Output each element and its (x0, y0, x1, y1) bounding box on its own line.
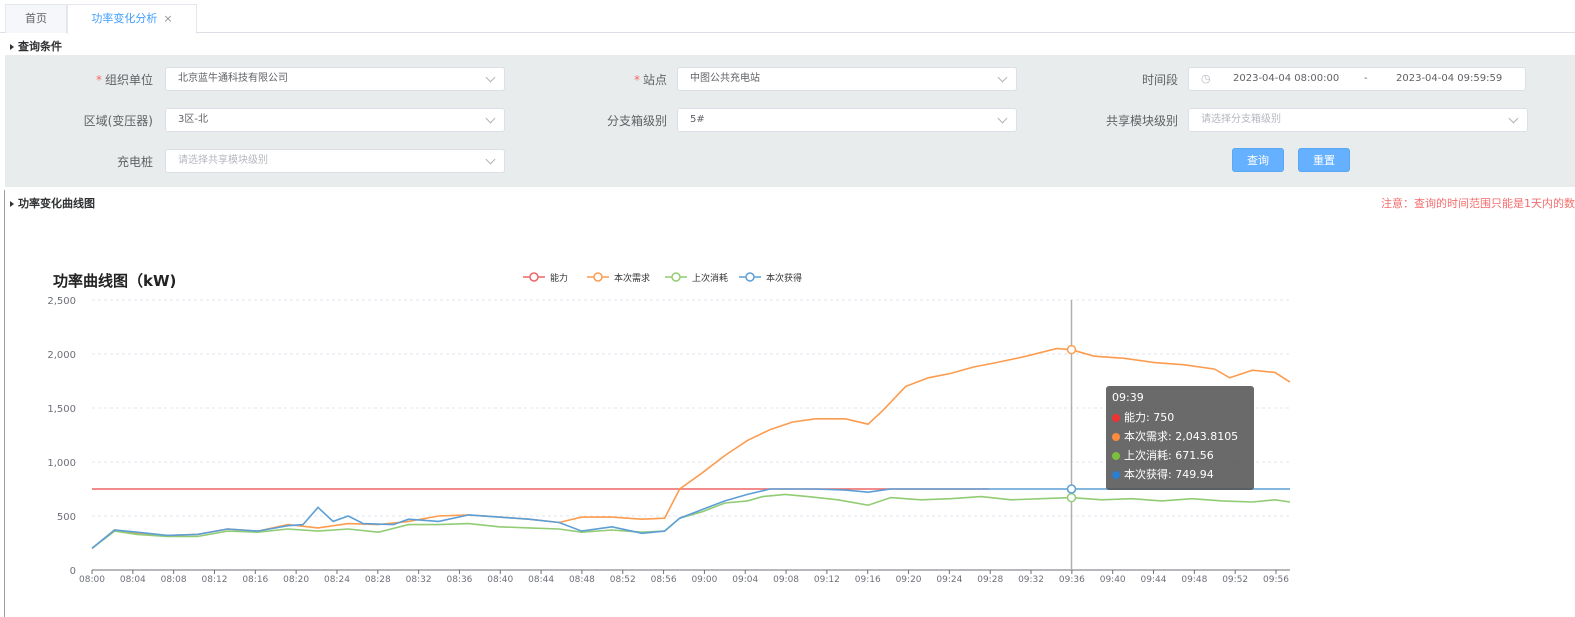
x-tick-label: 08:00 (79, 575, 105, 585)
tooltip-series-name: 能力 (1124, 411, 1146, 424)
y-tick-label: 1,000 (47, 458, 76, 469)
tooltip-dot-icon (1112, 433, 1120, 441)
hover-point (1066, 492, 1077, 503)
x-tick-label: 08:16 (242, 575, 268, 585)
x-tick-label: 09:28 (977, 575, 1003, 585)
x-tick-label: 08:20 (283, 575, 309, 585)
tooltip-row: 上次消耗: 671.56 (1112, 446, 1248, 465)
x-tick-label: 08:08 (161, 575, 187, 585)
x-tick-label: 09:08 (773, 575, 799, 585)
y-tick-label: 0 (70, 566, 76, 577)
x-tick-label: 08:12 (202, 575, 228, 585)
legend-marker (529, 272, 539, 282)
x-tick-label: 08:28 (365, 575, 391, 585)
x-tick-label: 09:52 (1222, 575, 1248, 585)
hover-point (1066, 344, 1077, 355)
x-tick-label: 09:56 (1263, 575, 1289, 585)
x-tick-label: 08:04 (120, 575, 146, 585)
tooltip-row: 能力: 750 (1112, 408, 1248, 427)
legend-marker (745, 272, 755, 282)
tooltip-series-name: 上次消耗 (1124, 449, 1168, 462)
x-tick-label: 08:56 (651, 575, 677, 585)
tooltip-dot-icon (1112, 452, 1120, 460)
x-tick-label: 09:40 (1100, 575, 1126, 585)
tooltip-series-value: 750 (1153, 411, 1175, 424)
x-tick-label: 09:12 (814, 575, 840, 585)
legend-label: 本次获得 (766, 272, 802, 284)
x-tick-label: 09:16 (855, 575, 881, 585)
x-tick-label: 09:36 (1059, 575, 1085, 585)
legend-marker (671, 272, 681, 282)
x-tick-label: 08:48 (569, 575, 595, 585)
x-tick-label: 09:04 (732, 575, 758, 585)
series-line-3 (91, 488, 1290, 550)
tooltip-series-value: 749.94 (1175, 468, 1214, 481)
tooltip-series-value: 671.56 (1175, 449, 1214, 462)
x-tick-label: 09:48 (1181, 575, 1207, 585)
tooltip-row: 本次需求: 2,043.8105 (1112, 427, 1248, 446)
tooltip-series-value: 2,043.8105 (1175, 430, 1239, 443)
tooltip-time: 09:39 (1112, 391, 1144, 404)
legend-marker (593, 272, 603, 282)
tooltip-dot-icon (1112, 414, 1120, 422)
legend-label: 本次需求 (614, 272, 650, 284)
y-tick-label: 2,000 (47, 350, 76, 361)
y-tick-label: 2,500 (47, 296, 76, 307)
power-line-chart[interactable]: 0 500 1,000 1,500 2,000 2,500 08:00 08:04 08:08 0… (0, 0, 1575, 617)
x-tick-label: 08:44 (528, 575, 554, 585)
x-tick-label: 09:32 (1018, 575, 1044, 585)
x-tick-label: 09:20 (896, 575, 922, 585)
legend-label: 能力 (550, 272, 568, 284)
x-tick-label: 08:32 (406, 575, 432, 585)
tooltip-series-name: 本次需求 (1124, 430, 1168, 443)
tooltip-row: 本次获得: 749.94 (1112, 465, 1248, 484)
x-tick-label: 09:44 (1141, 575, 1167, 585)
tooltip-series-name: 本次获得 (1124, 468, 1168, 481)
x-tick-label: 09:00 (691, 575, 717, 585)
hover-point (1066, 484, 1077, 494)
x-tick-label: 09:24 (936, 575, 962, 585)
chart-tooltip: 09:39 能力: 750 本次需求: 2,043.8105 上次消耗: 671… (1106, 386, 1254, 490)
x-tick-label: 08:36 (446, 575, 472, 585)
legend-label: 上次消耗 (692, 272, 728, 284)
x-tick-label: 08:40 (487, 575, 513, 585)
x-tick-label: 08:24 (324, 575, 350, 585)
series-line-2 (91, 493, 1291, 550)
y-tick-label: 1,500 (47, 404, 76, 415)
tooltip-dot-icon (1112, 471, 1120, 479)
y-tick-label: 500 (57, 512, 76, 523)
x-tick-label: 08:52 (610, 575, 636, 585)
